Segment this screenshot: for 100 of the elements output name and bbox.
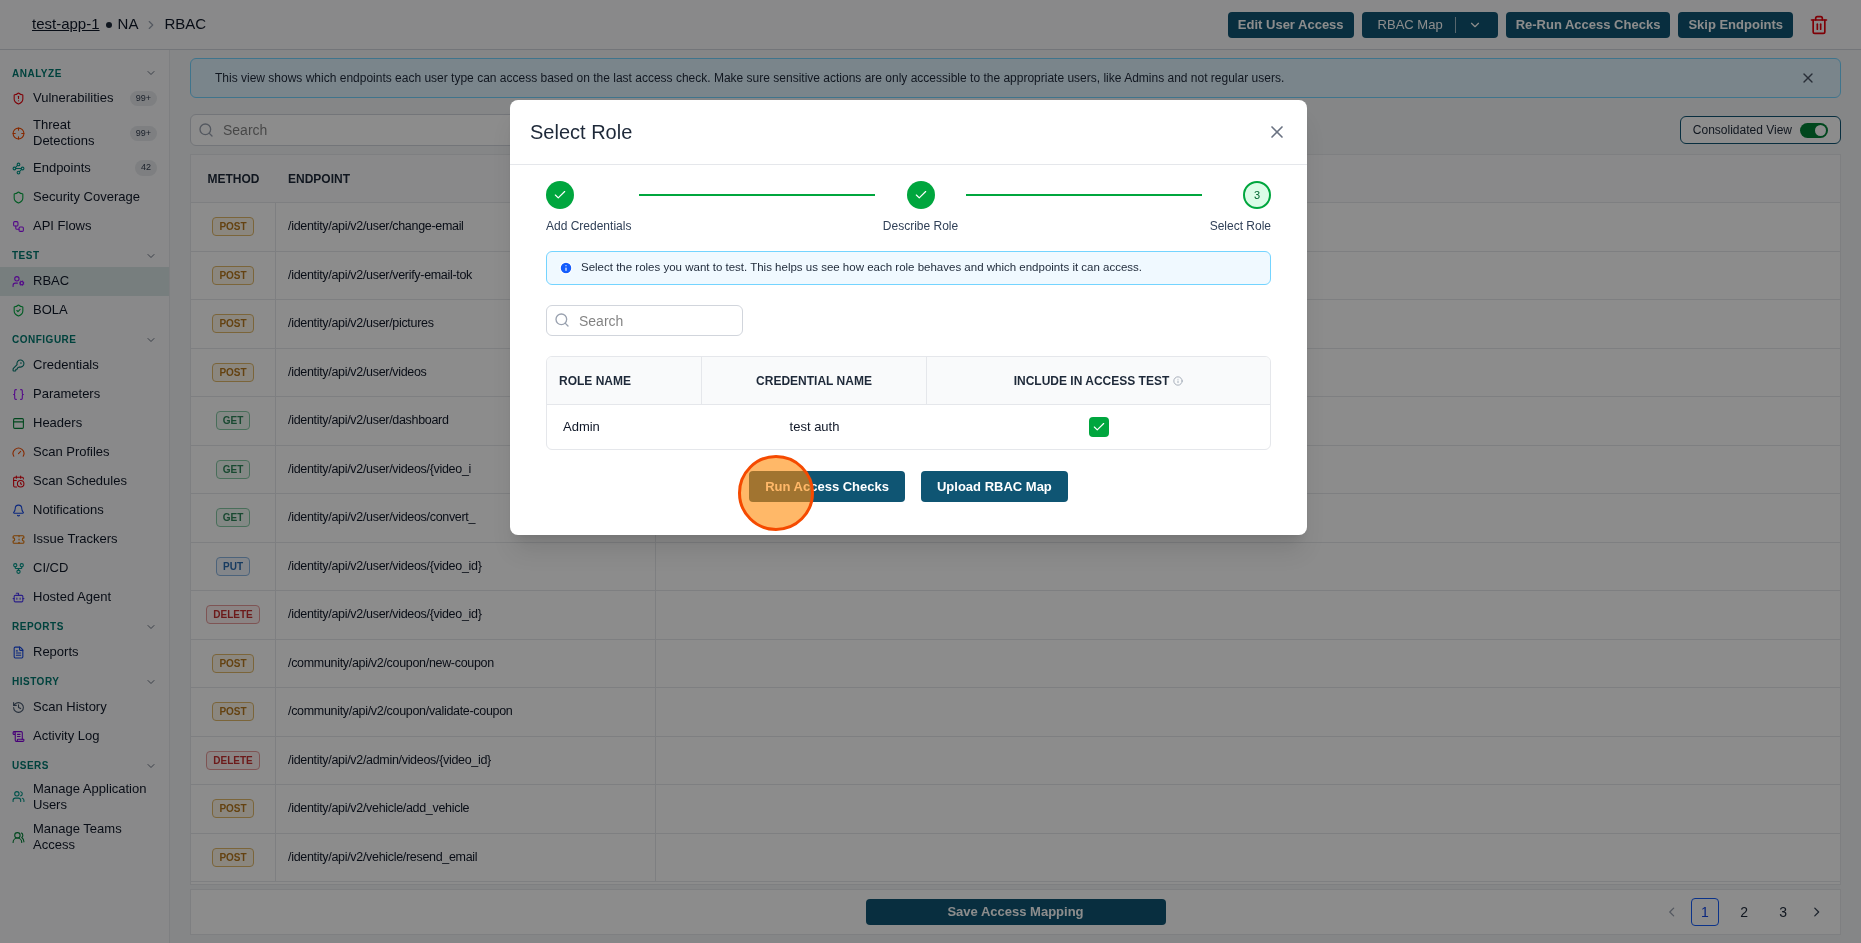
endpoint-path: /identity/api/v2/vehicle/add_vehicle	[288, 800, 470, 818]
sidebar-item-label: Scan Profiles	[33, 443, 111, 461]
header-button[interactable]: Skip Endpoints	[1678, 11, 1793, 38]
step-label: Describe Role	[882, 218, 959, 235]
sidebar-item[interactable]: RBAC	[0, 266, 169, 296]
sidebar-item-label: Issue Trackers	[33, 530, 119, 548]
check-icon	[1091, 420, 1106, 434]
sidebar-item[interactable]: Vulnerabilities 99+	[0, 84, 169, 113]
info-icon	[559, 261, 573, 275]
endpoint-path: /identity/api/v2/vehicle/resend_email	[288, 848, 478, 866]
method-badge: POST	[212, 702, 254, 722]
view-toggle[interactable]: Consolidated View	[1679, 116, 1841, 144]
toggle-switch[interactable]	[1800, 122, 1828, 138]
method-badge: PUT	[216, 556, 250, 576]
sidebar-item[interactable]: Manage Teams Access	[0, 817, 169, 858]
sidebar-item-label: Headers	[33, 414, 84, 432]
endpoint-path: /identity/api/v2/user/dashboard	[288, 412, 449, 430]
shield-icon	[12, 190, 25, 204]
split-button[interactable]: RBAC Map	[1361, 11, 1498, 38]
sidebar-item-label: API Flows	[33, 217, 93, 235]
sidebar-item-label: BOLA	[33, 301, 69, 319]
split-button-label: RBAC Map	[1377, 15, 1443, 34]
sidebar-item[interactable]: Parameters	[0, 379, 169, 409]
user-gear-icon	[12, 274, 25, 288]
search-icon	[198, 122, 214, 138]
page-button[interactable]: 1	[1691, 898, 1719, 926]
robot-icon	[12, 590, 25, 604]
method-badge: POST	[212, 362, 254, 382]
info-icon	[1173, 375, 1184, 386]
sidebar-item-label: Activity Log	[33, 727, 101, 745]
gauge-icon	[12, 445, 25, 459]
toggle-label: Consolidated View	[1692, 122, 1792, 139]
sidebar-item[interactable]: Reports	[0, 637, 169, 667]
calendar-clock-icon	[12, 474, 25, 488]
sidebar-item[interactable]: Headers	[0, 408, 169, 438]
method-badge: POST	[212, 847, 254, 867]
dialog-title: Select Role	[530, 120, 633, 145]
sidebar-item-label: Notifications	[33, 501, 105, 519]
column-header: METHOD	[206, 170, 261, 188]
step-label: Select Role	[1209, 218, 1271, 235]
crosshair-icon	[12, 126, 25, 140]
endpoint-path: /identity/api/v2/user/pictures	[288, 315, 434, 333]
search-field[interactable]: Search	[546, 305, 743, 336]
delete-icon[interactable]	[1809, 14, 1829, 35]
sidebar-item[interactable]: Security Coverage	[0, 182, 169, 212]
banner-text: This view shows which endpoints each user type can access based on the last access check. Make sure sensitive actions are only accessible to the appropriate users, like Admins and not regular users.	[215, 70, 1285, 87]
method-badge: GET	[215, 411, 251, 431]
page-button[interactable]: 2	[1730, 898, 1758, 926]
count-badge: 99+	[129, 90, 157, 107]
role-name: Admin	[563, 419, 600, 435]
section-label: USERS	[12, 759, 49, 773]
sidebar-item[interactable]: Hosted Agent	[0, 582, 169, 612]
environment-label: NA	[117, 14, 139, 35]
history-icon	[12, 700, 25, 714]
sidebar-item[interactable]: Endpoints 42	[0, 153, 169, 183]
endpoint-path: /identity/api/v2/user/videos	[288, 363, 427, 381]
endpoint-path: /identity/api/v2/user/verify-email-tok	[288, 266, 473, 284]
credential-name: test auth	[789, 419, 840, 435]
sidebar-item[interactable]: Scan Schedules	[0, 466, 169, 496]
endpoint-path: /community/api/v2/coupon/new-coupon	[288, 654, 494, 672]
sidebar-item[interactable]: Scan Profiles	[0, 437, 169, 467]
sidebar-item[interactable]: CI/CD	[0, 553, 169, 583]
sidebar-item[interactable]: Manage Application Users	[0, 776, 169, 817]
endpoint-path: /identity/api/v2/admin/videos/{video_id}	[288, 751, 491, 769]
sidebar-item[interactable]: Credentials	[0, 350, 169, 380]
count-badge: 42	[135, 160, 157, 176]
sidebar-item[interactable]: API Flows	[0, 211, 169, 241]
sidebar-item-label: Manage Application Users	[33, 780, 148, 813]
braces-icon	[12, 387, 25, 401]
app-link[interactable]: test-app-1	[32, 13, 100, 36]
sidebar-item-label: Security Coverage	[33, 188, 141, 206]
sidebar-item[interactable]: Issue Trackers	[0, 524, 169, 554]
sidebar-item-label: Scan History	[33, 698, 108, 716]
header-button[interactable]: Edit User Access	[1227, 11, 1354, 38]
endpoint-path: /identity/api/v2/user/videos/{video_id}	[288, 606, 482, 624]
section-label: ANALYZE	[12, 66, 62, 81]
include-checkbox[interactable]	[1088, 417, 1109, 437]
sidebar-item[interactable]: Activity Log	[0, 721, 169, 751]
sidebar-item[interactable]: Scan History	[0, 692, 169, 722]
save-button[interactable]: Save Access Mapping	[865, 899, 1166, 925]
column-header: ENDPOINT	[287, 170, 350, 188]
info-text: Select the roles you want to test. This helps us see how each role behaves and which endpoints it can access.	[581, 260, 1143, 276]
column-header: CREDENTIAL NAME	[702, 357, 927, 404]
sidebar-item[interactable]: Notifications	[0, 495, 169, 525]
sidebar-item[interactable]: Threat Detections 99+	[0, 113, 169, 154]
endpoint-path: /identity/api/v2/user/videos/{video_id}	[288, 557, 482, 575]
method-badge: DELETE	[206, 750, 260, 770]
sidebar-item-label: Credentials	[33, 356, 100, 374]
endpoint-path: /identity/api/v2/user/videos/convert_	[288, 509, 476, 527]
page-button[interactable]: 3	[1769, 898, 1797, 926]
column-header: INCLUDE IN ACCESS TEST	[1013, 372, 1170, 390]
method-badge: GET	[215, 459, 251, 479]
dialog-button[interactable]: Upload RBAC Map	[921, 471, 1068, 502]
method-badge: POST	[212, 653, 254, 673]
key-icon	[12, 358, 25, 372]
sidebar-item-label: Manage Teams Access	[33, 821, 123, 854]
header-button[interactable]: Re-Run Access Checks	[1505, 11, 1671, 38]
shield-check-icon	[12, 303, 25, 317]
method-badge: DELETE	[206, 605, 260, 625]
section-label: HISTORY	[12, 675, 60, 689]
